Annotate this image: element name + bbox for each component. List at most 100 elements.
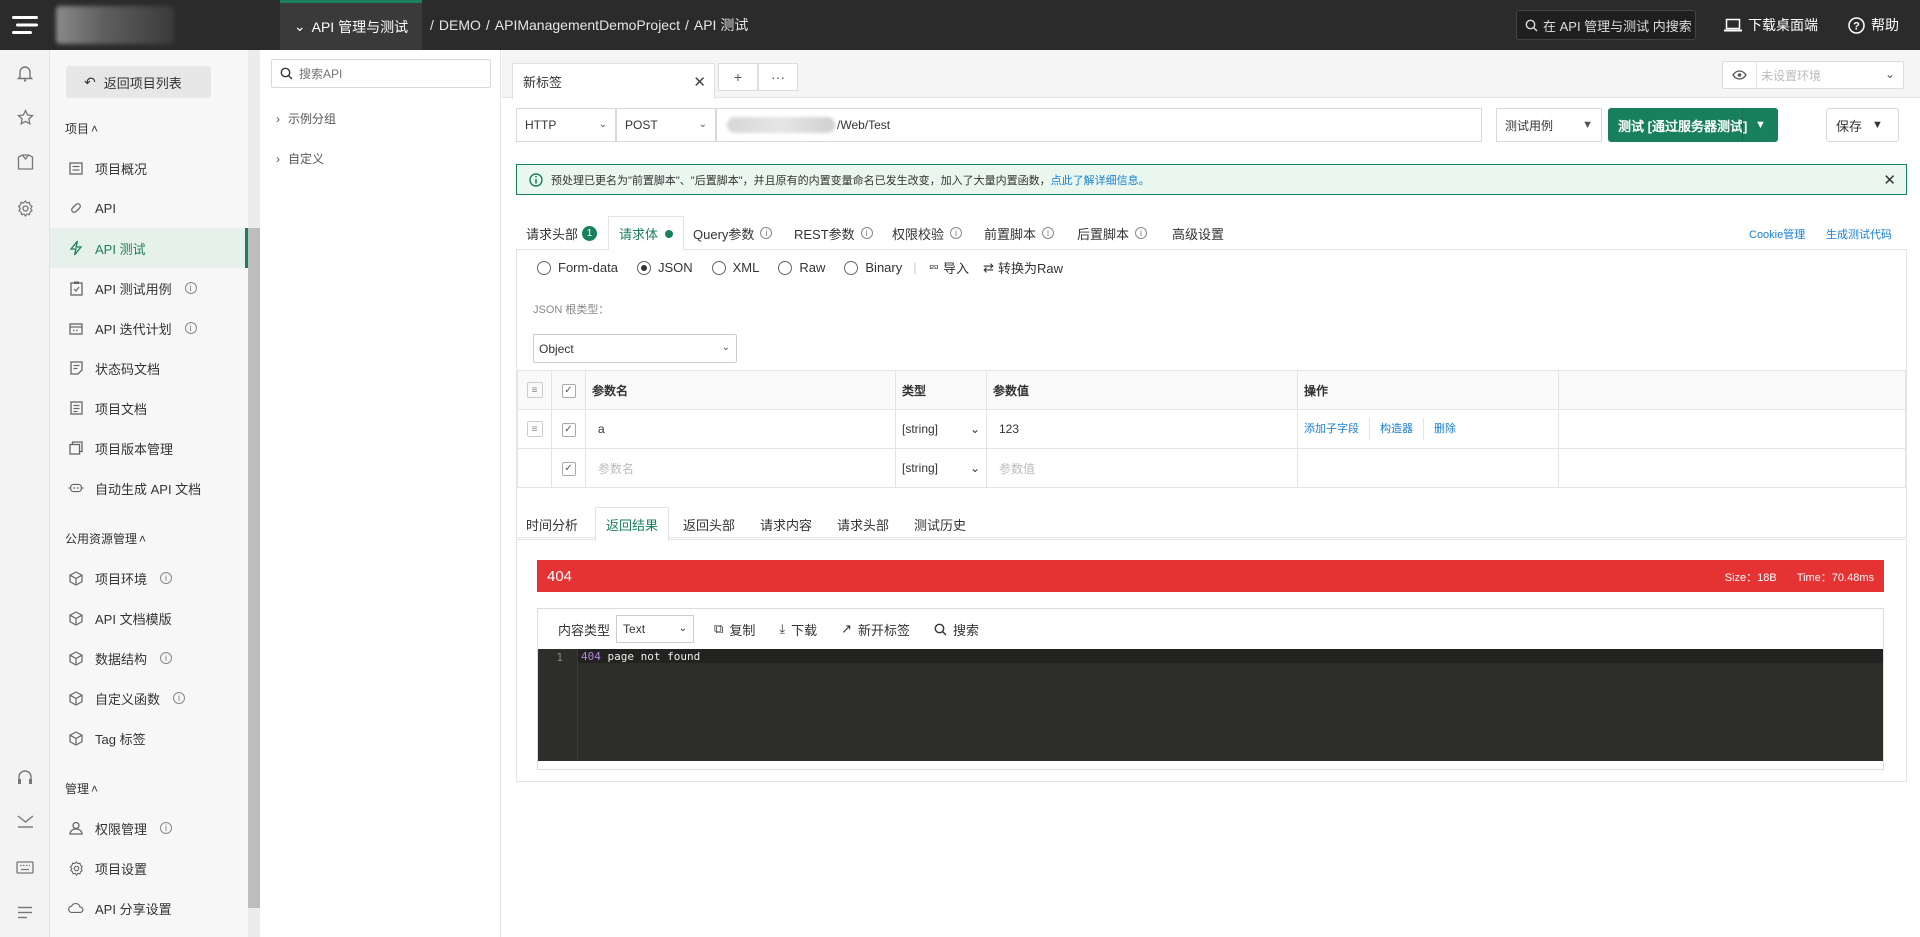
radio-xml[interactable]: XML [711,260,759,275]
info-icon[interactable]: i [760,227,773,239]
headset-icon[interactable] [15,767,35,787]
tab-new[interactable]: 新标签 ✕ [512,63,715,99]
tab-auth[interactable]: 权限校验 i [882,216,972,250]
tab-post-script[interactable]: 后置脚本 i [1067,216,1157,250]
nav-group-project[interactable]: 项目 ˄ [65,120,98,137]
bell-icon[interactable] [15,63,35,83]
tab-response-result[interactable]: 返回结果 [595,507,670,542]
tab-response-headers[interactable]: 返回头部 [673,507,745,541]
nav-item-version[interactable]: 项目版本管理 [50,428,248,468]
info-icon[interactable]: i [184,322,197,334]
content-type-select[interactable]: Text ⌄ [616,615,695,643]
convert-to-raw-button[interactable]: ⇄ 转换为Raw [983,258,1063,277]
nav-item-overview[interactable]: 项目概况 [50,148,248,188]
caret-down-icon[interactable]: ▼ [1742,108,1778,142]
api-search-input[interactable] [299,66,479,81]
tree-node-custom[interactable]: › 自定义 [276,150,324,167]
breadcrumb-workspace[interactable]: DEMO [439,17,481,33]
close-icon[interactable]: ✕ [1883,171,1896,189]
protocol-select[interactable]: HTTP ⌄ [516,108,616,142]
tree-node-example-group[interactable]: › 示例分组 [276,110,336,127]
response-code-editor[interactable]: 1 404 page not found [538,649,1883,761]
radio-form-data[interactable]: Form-data [537,260,618,275]
row-checkbox[interactable]: ✓ [561,422,576,437]
nav-group-admin[interactable]: 管理 ˄ [65,780,98,797]
tab-test-history[interactable]: 测试历史 [904,507,976,541]
tab-timing[interactable]: 时间分析 [516,507,588,541]
json-root-select[interactable]: Object ⌄ [533,334,737,363]
param-value-cell[interactable]: 参数值 [986,448,1298,488]
tab-pre-script[interactable]: 前置脚本 i [974,216,1064,250]
add-child-field-link[interactable]: 添加子字段 [1304,423,1359,435]
nav-item-api-test[interactable]: API 测试 [50,228,248,268]
app-logo[interactable] [0,0,50,50]
tab-request-headers[interactable]: 请求头部 1 [516,216,607,250]
param-name-cell[interactable]: 参数名 [585,448,896,488]
back-to-projects-button[interactable]: ↶ 返回项目列表 [66,66,211,98]
tab-rest-params[interactable]: REST参数 i [784,216,883,250]
method-select[interactable]: POST ⌄ [616,108,716,142]
save-button[interactable]: 保存 ▼ [1826,108,1899,142]
nav-scrollbar-thumb[interactable] [248,228,260,908]
tab-request-headers-sent[interactable]: 请求头部 [827,507,899,541]
shirt-icon[interactable] [15,152,35,172]
nav-item-project-doc[interactable]: 项目文档 [50,388,248,428]
radio-raw[interactable]: Raw [778,260,825,275]
info-icon[interactable]: i [160,822,173,834]
download-button[interactable]: ⤓ 下载 [779,620,817,639]
nav-scrollbar[interactable] [248,50,260,937]
cookie-manager-link[interactable]: Cookie管理 [1749,226,1805,242]
nav-item-auto-doc[interactable]: 自动生成 API 文档 [50,468,248,508]
tab-advanced[interactable]: 高级设置 [1162,216,1234,250]
nav-item-env[interactable]: 项目环境 i [50,558,248,598]
help-link[interactable]: ? 帮助 [1848,0,1899,50]
nav-item-project-settings[interactable]: 项目设置 [50,848,248,888]
breadcrumb-project[interactable]: APIManagementDemoProject [495,17,680,33]
gear-icon[interactable] [15,198,35,218]
environment-select[interactable]: 未设置环境 ⌄ [1722,61,1904,89]
param-value-cell[interactable]: 123 [986,409,1298,449]
nav-group-public[interactable]: 公用资源管理 ˄ [65,530,146,547]
global-search[interactable]: 在 API 管理与测试 内搜索 [1516,10,1696,40]
download-tray-icon[interactable] [15,812,35,832]
copy-button[interactable]: ⧉ 复制 [714,620,755,639]
close-icon[interactable]: ✕ [693,73,706,91]
notice-link[interactable]: 点此了解详细信息。 [1051,175,1150,187]
nav-item-api-testcase[interactable]: API 测试用例 i [50,268,248,308]
eye-icon[interactable] [1723,62,1757,88]
api-search-field[interactable] [271,59,491,88]
info-icon[interactable]: i [950,227,963,239]
testcase-button[interactable]: 测试用例 ▼ [1496,108,1602,142]
select-all-checkbox[interactable]: ✓ [561,383,576,398]
info-icon[interactable]: i [173,692,186,704]
nav-item-api-plan[interactable]: API 迭代计划 i [50,308,248,348]
info-icon[interactable]: i [1135,227,1148,239]
nav-item-doc-template[interactable]: API 文档模版 [50,598,248,638]
tab-query-params[interactable]: Query参数 i [683,216,782,250]
new-tab-button[interactable]: ↗ 新开标签 [841,620,910,639]
param-type-cell[interactable]: [string] ⌄ [895,409,987,449]
info-icon[interactable]: i [1042,227,1055,239]
drag-handle-icon[interactable]: ≡ [526,421,543,438]
info-icon[interactable]: i [860,227,873,239]
radio-json[interactable]: JSON [636,260,693,275]
nav-item-custom-func[interactable]: 自定义函数 i [50,678,248,718]
keyboard-icon[interactable] [15,857,35,877]
module-switcher[interactable]: ⌄ API 管理与测试 [280,0,422,50]
delete-link[interactable]: 删除 [1434,423,1456,435]
nav-item-tags[interactable]: Tag 标签 [50,718,248,758]
nav-item-permissions[interactable]: 权限管理 i [50,808,248,848]
search-button[interactable]: 搜索 [934,620,979,639]
more-tabs-button[interactable]: ··· [758,63,798,91]
url-input[interactable]: /Web/Test [716,108,1482,142]
info-icon[interactable]: i [160,652,173,664]
add-tab-button[interactable]: + [718,63,758,91]
download-desktop-link[interactable]: 下载桌面端 [1724,0,1818,50]
list-icon[interactable]: ≡ [526,382,543,399]
info-icon[interactable]: i [184,282,197,294]
nav-item-status-code[interactable]: 状态码文档 [50,348,248,388]
nav-item-data-structure[interactable]: 数据结构 i [50,638,248,678]
menu-lines-icon[interactable] [15,902,35,922]
import-button[interactable]: ⮹ 导入 [929,258,969,277]
info-icon[interactable]: i [160,572,173,584]
